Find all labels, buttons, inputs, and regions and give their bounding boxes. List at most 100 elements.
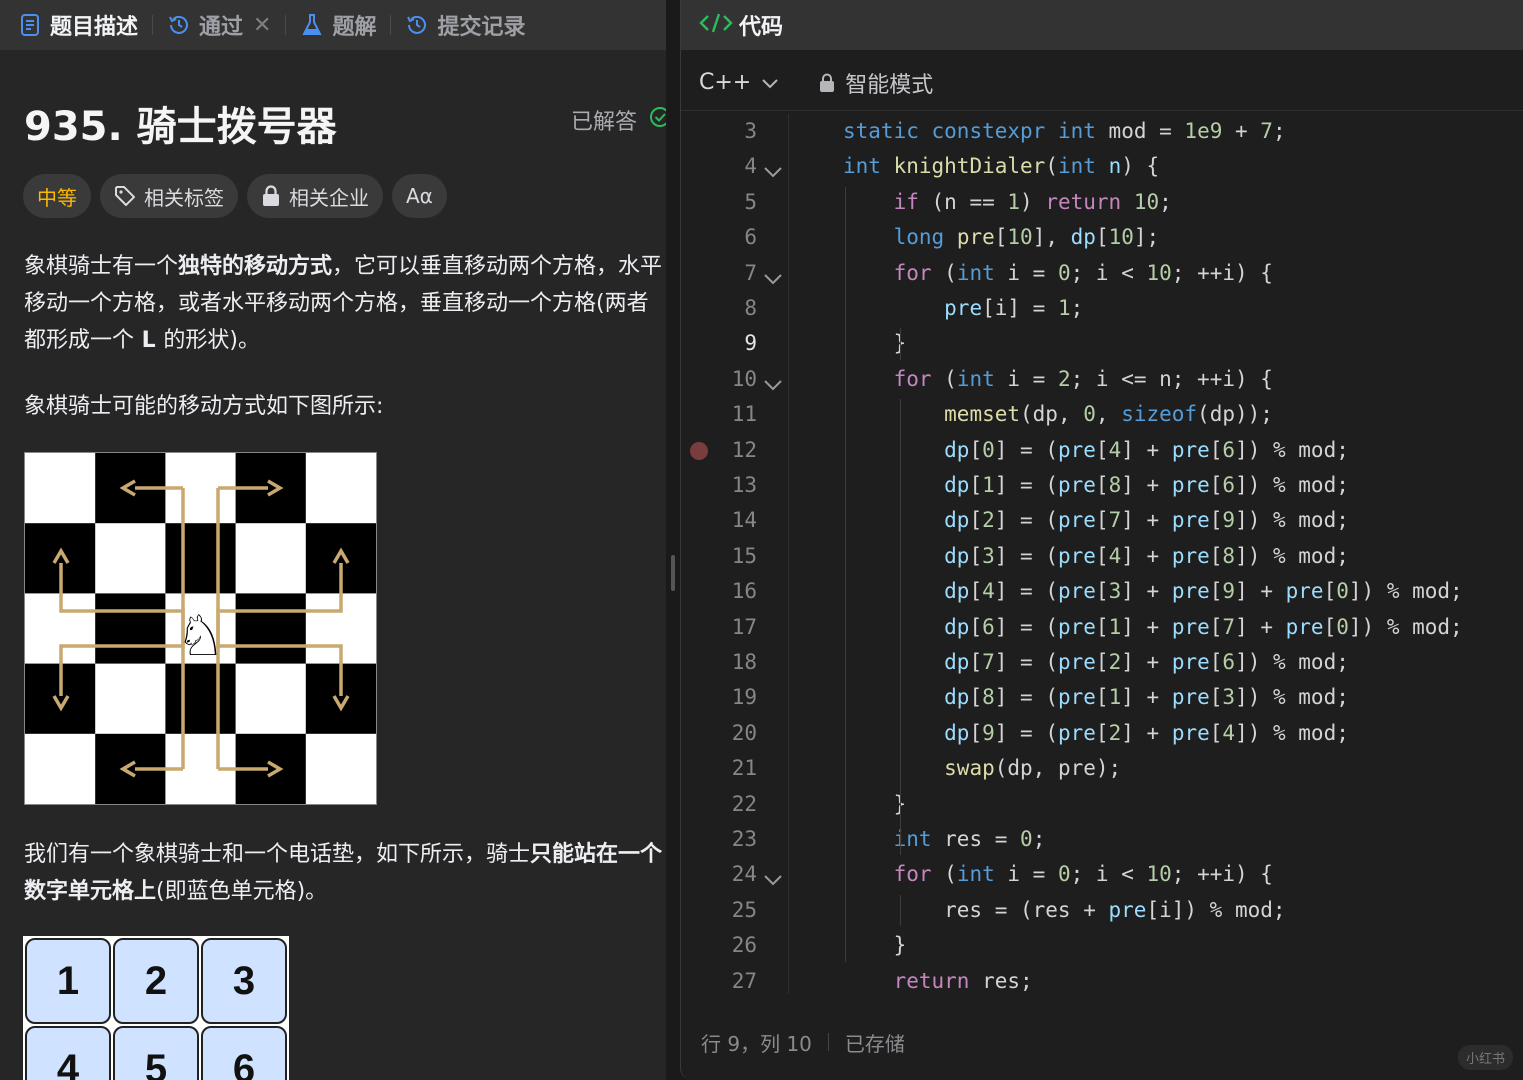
code-line[interactable]: 5 if (n == 1) return 10; (681, 185, 1523, 220)
code-line[interactable]: 8 pre[i] = 1; (681, 291, 1523, 326)
editor-status-bar: 行 9，列 10 已存储 (681, 1012, 1523, 1072)
code-token: [ (1209, 508, 1223, 533)
code-token: pre (956, 225, 995, 250)
code-line[interactable]: 7 for (int i = 0; i < 10; ++i) { (681, 256, 1523, 291)
code-token: pre (1171, 579, 1210, 604)
code-line[interactable]: 16 dp[4] = (pre[3] + pre[9] + pre[0]) % … (681, 574, 1523, 609)
related-companies-button[interactable]: 相关企业 (247, 174, 383, 218)
code-token: (dp)); (1197, 402, 1273, 427)
code-line[interactable]: 14 dp[2] = (pre[7] + pre[9]) % mod; (681, 503, 1523, 538)
language-select[interactable]: C++ (699, 70, 779, 95)
code-line[interactable]: 18 dp[7] = (pre[2] + pre[6]) % mod; (681, 645, 1523, 680)
code-token: pre (1057, 508, 1096, 533)
desc-bold-text: 独特的移动方式 (178, 254, 333, 279)
code-token: [ (1095, 543, 1109, 568)
code-line[interactable]: 19 dp[8] = (pre[1] + pre[3]) % mod; (681, 680, 1523, 715)
code-line[interactable]: 24 for (int i = 0; i < 10; ++i) { (681, 857, 1523, 892)
description-paragraph: 象棋骑士有一个独特的移动方式，它可以垂直移动两个方格，水平移动一个方格，或者水平… (24, 248, 666, 359)
code-token: [ (1209, 473, 1223, 497)
code-token: ; i <= n; ++i) { (1070, 366, 1273, 391)
tab-submissions[interactable]: 提交记录 (405, 0, 526, 50)
code-token: 9 (1222, 508, 1236, 533)
code-line[interactable]: 27 return res; (681, 964, 1523, 999)
code-token: knightDialer (893, 154, 1046, 179)
code-line[interactable]: 6 long pre[10], dp[10]; (681, 220, 1523, 255)
code-token: dp (944, 508, 970, 533)
code-token: [ (969, 508, 983, 533)
fold-chevron-icon[interactable] (763, 267, 783, 291)
check-circle-icon (649, 106, 666, 134)
code-token: (dp, (1020, 402, 1084, 427)
code-text: swap(dp, pre); (843, 751, 1121, 786)
line-number: 17 (731, 614, 757, 639)
code-line[interactable]: 12 dp[0] = (pre[4] + pre[6]) % mod; (681, 433, 1523, 468)
line-number: 21 (731, 756, 757, 781)
code-token: 0 (1057, 260, 1071, 285)
code-token: ) (1020, 189, 1046, 214)
line-number: 8 (744, 296, 757, 320)
code-text: return res; (843, 964, 1033, 999)
board-square (165, 663, 237, 735)
code-editor[interactable]: 3 static constexpr int mod = 1e9 + 7; 4 int… (681, 114, 1523, 998)
code-line[interactable]: 23 int res = 0; (681, 822, 1523, 857)
code-text: for (int i = 0; i < 10; ++i) { (843, 857, 1273, 892)
code-token: 8 (1108, 473, 1122, 497)
code-token: 9 (982, 720, 995, 745)
code-token: } (843, 331, 907, 356)
status-separator (827, 1033, 829, 1051)
code-line[interactable]: 10 for (int i = 2; i <= n; ++i) { (681, 362, 1523, 397)
code-token: for (893, 366, 932, 391)
related-tags-button[interactable]: 相关标签 (100, 174, 238, 218)
code-token: 4 (1222, 720, 1236, 745)
fold-chevron-icon[interactable] (763, 868, 783, 892)
code-token: ; ++i) { (1171, 260, 1273, 285)
code-line[interactable]: 25 res = (res + pre[i]) % mod; (681, 893, 1523, 928)
code-token: 0 (1020, 827, 1033, 851)
resize-grip[interactable] (671, 555, 675, 591)
code-token: [ (969, 685, 983, 710)
panel-resize-handle[interactable] (666, 0, 680, 1080)
code-token: int (843, 154, 881, 179)
code-token: res; (969, 968, 1033, 993)
code-token: [ (1209, 437, 1223, 462)
smart-mode-toggle[interactable]: 智能模式 (819, 67, 933, 99)
fold-chevron-icon[interactable] (763, 160, 783, 184)
code-token: ] + (1121, 614, 1172, 639)
close-icon[interactable]: ✕ (253, 13, 271, 38)
code-line[interactable]: 11 memset(dp, 0, sizeof(dp)); (681, 397, 1523, 432)
code-line[interactable]: 9 } (681, 326, 1523, 361)
code-token: pre (944, 296, 983, 320)
code-line[interactable]: 21 swap(dp, pre); (681, 751, 1523, 786)
code-line[interactable]: 20 dp[9] = (pre[2] + pre[4]) % mod; (681, 716, 1523, 751)
translate-button[interactable]: Aα (392, 174, 447, 218)
code-line[interactable]: 13 dp[1] = (pre[8] + pre[6]) % mod; (681, 468, 1523, 503)
code-token: ]) % mod; (1235, 473, 1349, 497)
code-line[interactable]: 26 } (681, 928, 1523, 963)
watermark-badge: 小红书 (1457, 1045, 1513, 1070)
code-text: dp[3] = (pre[4] + pre[8]) % mod; (843, 539, 1349, 574)
code-line[interactable]: 15 dp[3] = (pre[4] + pre[8]) % mod; (681, 539, 1523, 574)
code-line[interactable]: 17 dp[6] = (pre[1] + pre[7] + pre[0]) % … (681, 610, 1523, 645)
line-number: 26 (731, 933, 757, 958)
tab-solutions[interactable]: 题解 (300, 0, 376, 50)
related-companies-label: 相关企业 (289, 185, 369, 210)
code-token: pre (1057, 685, 1096, 710)
code-text: memset(dp, 0, sizeof(dp)); (843, 397, 1273, 432)
code-token: (dp, pre); (994, 756, 1122, 781)
description-paragraph: 我们有一个象棋骑士和一个电话垫，如下所示，骑士只能站在一个数字单元格上(即蓝色单… (24, 836, 666, 910)
code-line[interactable]: 22 } (681, 787, 1523, 822)
saved-status: 已存储 (844, 1031, 905, 1056)
code-line[interactable]: 4 int knightDialer(int n) { (681, 149, 1523, 184)
code-token: ] + (1121, 473, 1172, 497)
fold-chevron-icon[interactable] (763, 373, 783, 397)
code-line[interactable]: 3 static constexpr int mod = 1e9 + 7; (681, 114, 1523, 149)
indent-guide (899, 399, 901, 856)
board-square (235, 663, 307, 735)
code-panel: 代码 C++ 智能模式 3 static constexpr int mod = … (680, 0, 1523, 1080)
tab-description[interactable]: 题目描述 (18, 0, 138, 50)
code-token: 9 (1222, 579, 1236, 604)
board-square (305, 453, 377, 524)
tab-passed[interactable]: 通过 ✕ (167, 0, 271, 50)
